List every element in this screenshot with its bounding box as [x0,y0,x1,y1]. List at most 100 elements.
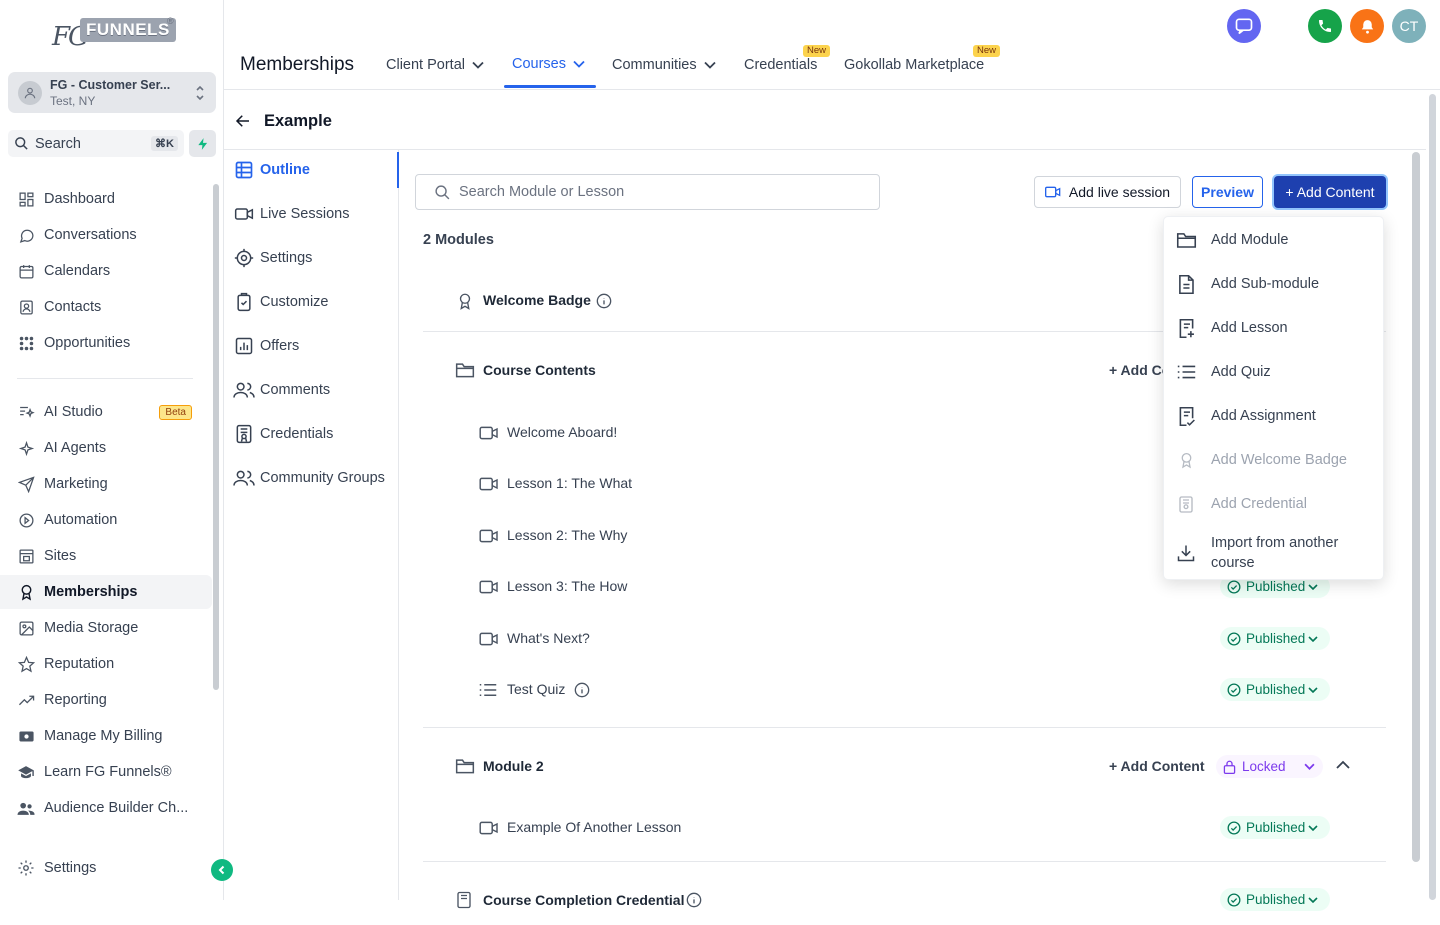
sidebar-item-ai-studio[interactable]: AI Studio Beta [0,395,212,429]
subnav-offers[interactable]: Offers [224,328,399,364]
app-logo[interactable]: FG FUNNELS ® [50,14,176,58]
chevron-down-icon [1308,583,1318,590]
list-icon [479,682,497,698]
tab-label: Client Portal [386,57,465,73]
status-label: Published [1246,631,1306,646]
subnav-customize[interactable]: Customize [224,284,399,320]
published-status-dropdown[interactable]: Published [1220,627,1330,650]
tab-credentials[interactable]: Credentials [744,57,817,73]
content-scrollbar[interactable] [1412,152,1420,862]
menu-item-import-course[interactable]: Import from another course [1164,531,1385,575]
module-row[interactable]: Module 2 + Add Content Locked [423,742,1386,792]
add-content-button[interactable]: + Add Content [1274,176,1386,208]
sidebar-item-calendars[interactable]: Calendars [0,254,212,288]
preview-button[interactable]: Preview [1192,176,1263,208]
menu-item-add-assignment[interactable]: Add Assignment [1164,394,1385,438]
chevron-updown-icon [194,84,206,102]
sidebar-item-media-storage[interactable]: Media Storage [0,611,212,645]
sparkle-icon [17,440,35,457]
notifications-button[interactable] [1350,9,1384,43]
gear-icon [17,859,35,877]
account-location: Test, NY [50,93,96,108]
tab-communities[interactable]: Communities [612,57,716,73]
page-scrollbar[interactable] [1429,94,1436,900]
quick-action-button[interactable] [189,130,216,157]
lesson-row[interactable]: What's Next? Published [423,614,1386,664]
video-icon [479,476,499,492]
sidebar-item-reporting[interactable]: Reporting [0,683,212,717]
sidebar-item-automation[interactable]: Automation [0,503,212,537]
subnav-live-sessions[interactable]: Live Sessions [224,196,399,232]
chat-support-button[interactable] [1227,9,1261,43]
sidebar-item-sites[interactable]: Sites [0,539,212,573]
credential-row[interactable]: Course Completion Credential Published [423,875,1386,925]
user-avatar[interactable]: CT [1392,9,1426,43]
clipboard-check-icon [233,292,255,312]
contacts-icon [17,299,35,316]
subnav-label: Outline [260,162,310,178]
menu-item-add-quiz[interactable]: Add Quiz [1164,350,1385,394]
menu-item-add-welcome-badge: Add Welcome Badge [1164,438,1385,482]
search-label: Search [35,135,81,152]
sidebar-item-memberships[interactable]: Memberships [0,575,212,609]
sidebar-item-contacts[interactable]: Contacts [0,290,212,324]
video-icon [479,528,499,544]
check-circle-icon [1227,632,1241,646]
back-arrow-icon[interactable] [234,112,252,130]
sidebar-item-audience-builder-ch[interactable]: Audience Builder Ch... [0,791,212,825]
sidebar-search[interactable]: Search ⌘K [8,130,184,157]
info-icon[interactable] [574,682,590,698]
welcome-badge-label: Welcome Badge [483,292,591,308]
menu-item-add-sub-module[interactable]: Add Sub-module [1164,262,1385,306]
add-content-link[interactable]: + Add Co [1109,362,1170,378]
calendar-icon [17,263,35,280]
locked-status-dropdown[interactable]: Locked [1216,755,1323,778]
search-module-input[interactable]: Search Module or Lesson [415,174,880,210]
sidebar-scrollbar[interactable] [213,184,219,690]
sidebar-item-learn-fg-funnels[interactable]: Learn FG Funnels® [0,755,212,789]
phone-button[interactable] [1308,9,1342,43]
trend-icon [17,692,35,709]
tab-courses[interactable]: Courses [512,56,585,72]
tab-gokollab-marketplace[interactable]: Gokollab Marketplace [844,57,984,73]
send-icon [17,475,35,493]
sidebar-item-label: Dashboard [44,191,115,207]
menu-item-label: Import from another course [1211,535,1339,571]
account-switcher[interactable]: FG - Customer Ser... Test, NY [8,72,216,113]
account-name: FG - Customer Ser... [50,77,171,92]
lesson-row[interactable]: Test Quiz Published [423,665,1386,715]
sidebar-item-reputation[interactable]: Reputation [0,647,212,681]
sidebar-item-opportunities[interactable]: Opportunities [0,326,212,360]
check-circle-icon [1227,683,1241,697]
subnav-comments[interactable]: Comments [224,372,399,408]
menu-item-add-lesson[interactable]: Add Lesson [1164,306,1385,350]
award-icon [456,291,474,311]
add-live-session-button[interactable]: Add live session [1034,176,1181,208]
subnav-settings[interactable]: Settings [224,240,399,276]
tab-client-portal[interactable]: Client Portal [386,57,484,73]
subnav-outline[interactable]: Outline [224,152,399,188]
sidebar-item-conversations[interactable]: Conversations [0,218,212,252]
lesson-row[interactable]: Example Of Another Lesson Published [423,803,1386,853]
sidebar-item-marketing[interactable]: Marketing [0,467,212,501]
subnav-community-groups[interactable]: Community Groups [224,460,399,496]
tab-label: Courses [512,56,566,72]
sidebar-item-ai-agents[interactable]: AI Agents [0,431,212,465]
menu-item-add-module[interactable]: Add Module [1164,218,1385,262]
add-content-link[interactable]: + Add Content [1109,758,1205,774]
info-icon[interactable] [686,892,702,908]
published-status-dropdown[interactable]: Published [1220,678,1330,701]
chevron-down-icon [1308,686,1318,693]
users-icon [233,380,255,400]
bell-icon [1359,18,1376,35]
chevron-up-icon[interactable] [1336,760,1350,769]
certificate-icon [233,423,255,445]
sidebar-item-manage-my-billing[interactable]: Manage My Billing [0,719,212,753]
menu-item-label: Add Assignment [1211,408,1316,424]
info-icon[interactable] [596,293,612,309]
sidebar-item-dashboard[interactable]: Dashboard [0,182,212,216]
sidebar-item-label: AI Studio [44,404,103,420]
published-status-dropdown[interactable]: Published [1220,816,1330,839]
subnav-credentials[interactable]: Credentials [224,416,399,452]
sidebar-item-settings[interactable]: Settings [0,851,212,885]
